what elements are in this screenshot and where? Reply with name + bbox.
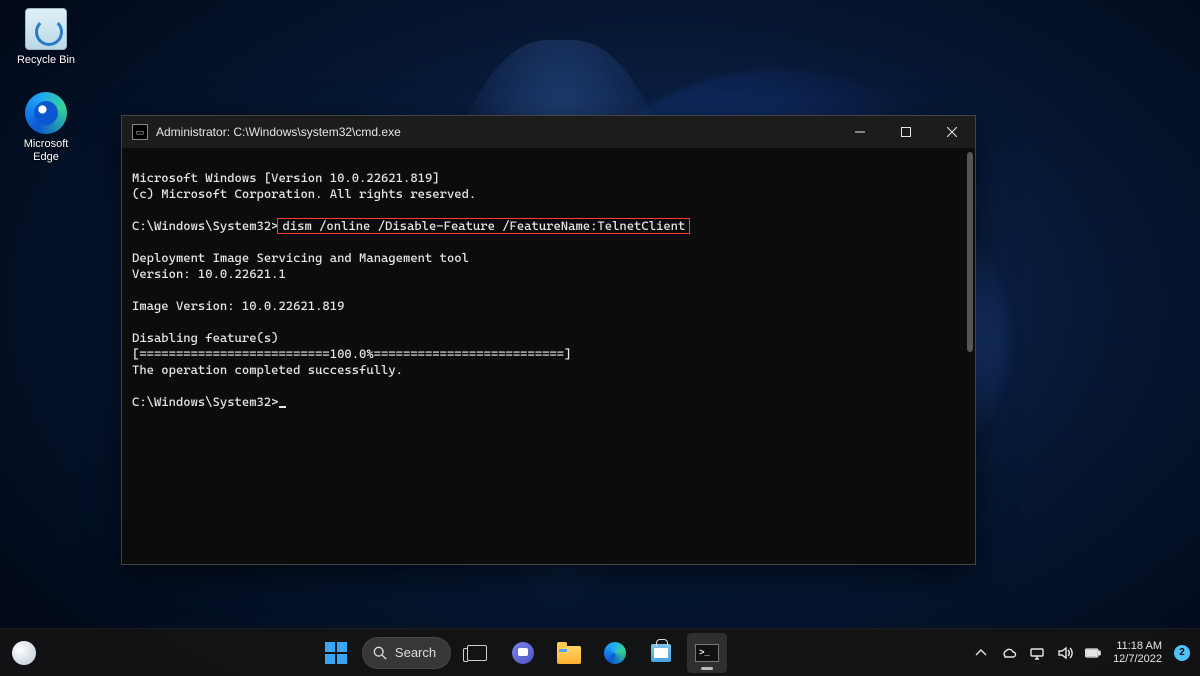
terminal-scrollbar[interactable] [967, 152, 973, 352]
notification-badge[interactable]: 2 [1174, 645, 1190, 661]
terminal-line: Version: 10.0.22621.1 [132, 266, 286, 281]
file-explorer-button[interactable] [549, 633, 589, 673]
cmd-window: ▭ Administrator: C:\Windows\system32\cmd… [121, 115, 976, 565]
store-button[interactable] [641, 633, 681, 673]
terminal-taskbar-button[interactable] [687, 633, 727, 673]
window-titlebar[interactable]: ▭ Administrator: C:\Windows\system32\cmd… [122, 116, 975, 148]
terminal-line: [==========================100.0%=======… [132, 346, 571, 361]
recycle-bin-icon [25, 8, 67, 50]
task-view-icon [467, 645, 487, 661]
edge-icon [25, 92, 67, 134]
terminal-line: Deployment Image Servicing and Managemen… [132, 250, 469, 265]
minimize-button[interactable] [837, 116, 883, 148]
taskbar-search[interactable]: Search [362, 637, 451, 669]
cmd-icon: ▭ [132, 124, 148, 140]
clock-date: 12/7/2022 [1113, 653, 1162, 666]
desktop-icon-label: Recycle Bin [8, 54, 84, 67]
terminal-line: (c) Microsoft Corporation. All rights re… [132, 186, 476, 201]
clock-time: 11:18 AM [1113, 640, 1162, 653]
terminal-icon [695, 644, 719, 662]
desktop-icon-recycle-bin[interactable]: Recycle Bin [8, 8, 84, 67]
highlighted-command: dism /online /Disable-Feature /FeatureNa… [277, 218, 690, 234]
terminal-line: The operation completed successfully. [132, 362, 403, 377]
tray-chevron-up-icon[interactable] [973, 645, 989, 661]
onedrive-icon[interactable] [1001, 645, 1017, 661]
network-icon[interactable] [1029, 645, 1045, 661]
terminal-prompt: C:\Windows\System32> [132, 218, 278, 233]
battery-icon[interactable] [1085, 645, 1101, 661]
taskbar-clock[interactable]: 11:18 AM 12/7/2022 [1113, 640, 1162, 666]
terminal-line: Microsoft Windows [Version 10.0.22621.81… [132, 170, 440, 185]
terminal-prompt: C:\Windows\System32> [132, 394, 278, 409]
desktop-icon-microsoft-edge[interactable]: Microsoft Edge [8, 92, 84, 164]
window-title: Administrator: C:\Windows\system32\cmd.e… [156, 125, 401, 139]
start-button[interactable] [316, 633, 356, 673]
edge-taskbar-button[interactable] [595, 633, 635, 673]
search-label: Search [395, 645, 436, 660]
taskbar: Search 11:18 AM 12/7/2022 2 [0, 628, 1200, 676]
chat-button[interactable] [503, 633, 543, 673]
search-icon [373, 646, 387, 660]
volume-icon[interactable] [1057, 645, 1073, 661]
taskbar-weather-icon[interactable] [12, 641, 36, 665]
terminal-line: Disabling feature(s) [132, 330, 278, 345]
close-button[interactable] [929, 116, 975, 148]
windows-logo-icon [325, 642, 347, 664]
task-view-button[interactable] [457, 633, 497, 673]
folder-icon [557, 646, 581, 664]
chat-icon [512, 642, 534, 664]
desktop-icon-label: Microsoft Edge [8, 138, 84, 164]
store-icon [651, 644, 671, 662]
terminal-line: Image Version: 10.0.22621.819 [132, 298, 344, 313]
terminal-cursor [279, 406, 286, 408]
terminal-output[interactable]: Microsoft Windows [Version 10.0.22621.81… [122, 148, 975, 564]
maximize-button[interactable] [883, 116, 929, 148]
edge-icon [604, 642, 626, 664]
